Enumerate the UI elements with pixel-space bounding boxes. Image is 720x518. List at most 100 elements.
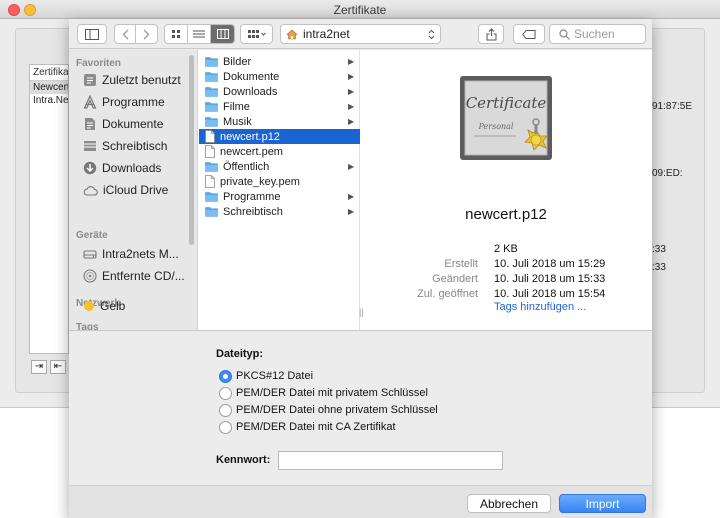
file-name: Öffentlich — [223, 160, 270, 173]
folder-row[interactable]: Schreibtisch ▶ — [199, 204, 360, 219]
sidebar-item-label: Entfernte CD/... — [102, 269, 185, 283]
icon-view-button[interactable] — [165, 25, 188, 43]
back-button[interactable] — [115, 25, 136, 43]
radio-button[interactable] — [219, 369, 232, 383]
file-name: Musik — [223, 115, 252, 128]
folder-row[interactable]: Öffentlich ▶ — [199, 159, 360, 174]
updown-chevron-icon — [428, 29, 435, 39]
preview-pane: Certificate Personal newcert.p12 2 KB Er… — [360, 50, 652, 330]
import-cert-icon[interactable]: ⇥ — [31, 360, 47, 374]
radio-button[interactable] — [219, 403, 232, 417]
cancel-button[interactable]: Abbrechen — [467, 494, 551, 513]
file-name: Filme — [223, 100, 250, 113]
file-name: private_key.pem — [220, 175, 300, 188]
column-resize-handle[interactable]: || — [359, 307, 364, 317]
toggle-sidebar-button[interactable] — [77, 24, 107, 44]
document-icon — [205, 175, 215, 188]
file-row[interactable]: newcert.pem — [199, 144, 360, 159]
add-tags-link[interactable]: Tags hinzufügen ... — [494, 301, 586, 313]
share-button[interactable] — [478, 24, 504, 44]
sidebar-section-tags: Tags — [76, 322, 99, 330]
folder-icon — [205, 102, 218, 112]
certificate-list[interactable]: Zertifikate Newcert Intra.Net — [29, 64, 69, 354]
sidebar-item-icloud[interactable]: iCloud Drive — [83, 180, 193, 200]
sidebar-item-label: iCloud Drive — [103, 183, 169, 197]
open-dialog: intra2net Favoriten Zuletzt benutzt Prog… — [69, 19, 652, 518]
disclosure-arrow-icon: ▶ — [348, 162, 355, 171]
search-icon — [559, 29, 570, 40]
sidebar-item-remote-cd[interactable]: Entfernte CD/... — [83, 266, 193, 286]
chevron-right-icon — [143, 29, 150, 39]
folder-icon — [205, 57, 218, 67]
sidebar-item-downloads[interactable]: Downloads — [83, 158, 193, 178]
folder-row[interactable]: Musik ▶ — [199, 114, 360, 129]
background-value: 09:ED: — [652, 168, 683, 179]
folder-icon — [205, 117, 218, 127]
modified-value: 10. Juli 2018 um 15:33 — [494, 273, 606, 285]
sidebar-item-programme[interactable]: Programme — [83, 92, 193, 112]
certificate-icon: Certificate Personal — [460, 76, 552, 160]
column-view-button[interactable] — [211, 25, 234, 43]
forward-button[interactable] — [136, 25, 157, 43]
sidebar-icon — [85, 28, 99, 40]
folder-row[interactable]: Programme ▶ — [199, 189, 360, 204]
recents-icon — [84, 74, 96, 86]
list-icon — [193, 30, 205, 38]
sidebar-item-label: Programme — [102, 95, 165, 109]
radio-button[interactable] — [219, 386, 232, 400]
file-type-pem-ca[interactable]: PEM/DER Datei mit CA Zertifikat — [219, 420, 396, 434]
password-field[interactable] — [278, 451, 503, 470]
sidebar-item-recents[interactable]: Zuletzt benutzt — [83, 70, 193, 90]
tag-dot-icon — [84, 301, 94, 311]
file-row[interactable]: newcert.p12 — [199, 129, 360, 144]
folder-row[interactable]: Filme ▶ — [199, 99, 360, 114]
disclosure-arrow-icon: ▶ — [348, 117, 355, 126]
radio-button[interactable] — [219, 420, 232, 434]
file-type-label: Dateityp: — [216, 348, 264, 360]
import-button[interactable]: Import — [559, 494, 646, 513]
search-input[interactable] — [574, 27, 648, 41]
sidebar-item-dokumente[interactable]: Dokumente — [83, 114, 193, 134]
background-value: :33 — [652, 262, 666, 273]
modified-label: Geändert — [432, 273, 478, 285]
disclosure-arrow-icon: ▶ — [348, 102, 355, 111]
view-mode-segment — [164, 24, 235, 44]
certificate-row[interactable]: Intra.Net — [30, 94, 68, 107]
folder-icon — [205, 72, 218, 82]
background-value: :33 — [652, 244, 666, 255]
radio-label: PEM/DER Datei ohne privatem Schlüssel — [236, 404, 438, 416]
created-value: 10. Juli 2018 um 15:29 — [494, 258, 606, 270]
file-type-pkcs12[interactable]: PKCS#12 Datei — [219, 369, 313, 383]
search-box[interactable] — [549, 24, 648, 44]
folder-row[interactable]: Bilder ▶ — [199, 54, 360, 69]
sidebar-scrollbar[interactable] — [189, 55, 194, 245]
location-popup[interactable]: intra2net — [280, 24, 441, 44]
columns-icon — [216, 29, 229, 39]
sidebar: Favoriten Zuletzt benutzt Programme Doku… — [69, 50, 198, 330]
folder-row[interactable]: Downloads ▶ — [199, 84, 360, 99]
documents-icon — [85, 118, 95, 130]
certificate-list-header[interactable]: Zertifikate — [30, 65, 68, 81]
file-name: Schreibtisch — [223, 205, 283, 218]
disclosure-arrow-icon: ▶ — [348, 87, 355, 96]
home-icon — [286, 29, 298, 39]
applications-icon — [83, 95, 97, 109]
file-type-pem-private[interactable]: PEM/DER Datei mit privatem Schlüssel — [219, 386, 428, 400]
sidebar-item-label: Schreibtisch — [102, 139, 168, 153]
radio-label: PKCS#12 Datei — [236, 370, 314, 382]
file-row[interactable]: private_key.pem — [199, 174, 360, 189]
disclosure-arrow-icon: ▶ — [348, 192, 355, 201]
sidebar-section-favorites: Favoriten — [76, 58, 122, 69]
sidebar-item-label: Intra2nets M... — [102, 247, 179, 261]
export-cert-icon[interactable]: ⇤ — [50, 360, 66, 374]
sidebar-item-mac-disk[interactable]: Intra2nets M... — [83, 244, 193, 264]
tag-button[interactable] — [513, 24, 545, 44]
list-view-button[interactable] — [188, 25, 211, 43]
sidebar-item-schreibtisch[interactable]: Schreibtisch — [83, 136, 193, 156]
folder-row[interactable]: Dokumente ▶ — [199, 69, 360, 84]
background-titlebar: Zertifikate — [0, 0, 720, 19]
certificate-row[interactable]: Newcert — [30, 81, 68, 94]
sidebar-item-tag-gelb[interactable]: Gelb — [83, 296, 193, 316]
file-type-pem-no-private[interactable]: PEM/DER Datei ohne privatem Schlüssel — [219, 403, 438, 417]
arrange-button[interactable] — [240, 24, 273, 44]
